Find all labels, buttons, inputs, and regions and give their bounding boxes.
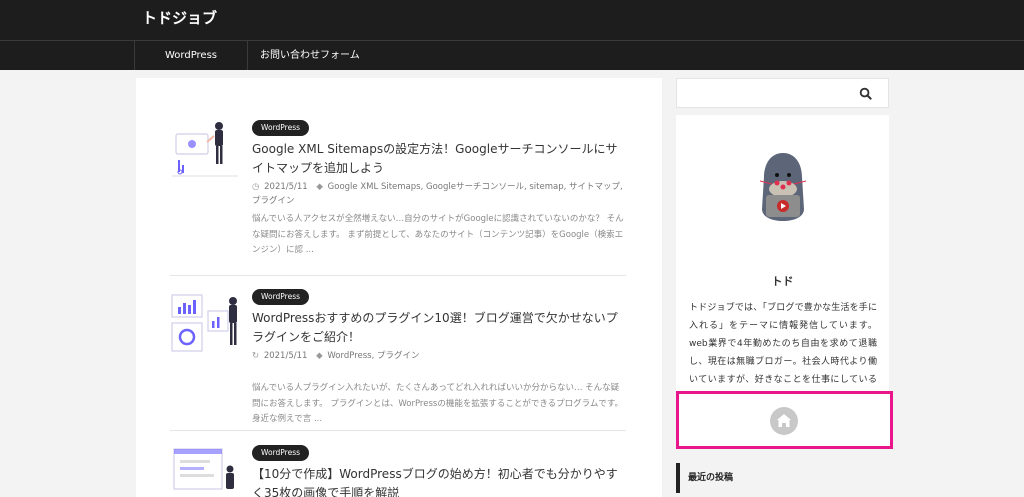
category-badge[interactable]: WordPress (252, 120, 310, 136)
post-meta: ◷ 2021/5/11 ◆ Google XML Sitemaps, Googl… (252, 180, 624, 208)
post-card[interactable]: WordPress WordPressおすすめのプラグイン10選！ブログ運営で欠… (170, 289, 626, 429)
post-excerpt: 悩んでいる人プラグイン入れたいが、たくさんあってどれ入れればいいか分からない… … (252, 383, 624, 424)
post-date: 2021/5/11 (263, 351, 308, 361)
post-card[interactable]: WordPress 【10分で作成】WordPressブログの始め方！初心者でも… (170, 445, 626, 497)
post-title[interactable]: Google XML Sitemapsの設定方法！Googleサーチコンソールに… (252, 140, 624, 178)
post-meta: ↻ 2021/5/11 ◆ WordPress, プラグイン (252, 349, 624, 363)
site-title[interactable]: トドジョブ (142, 7, 217, 28)
nav-item-wordpress[interactable]: WordPress (134, 41, 248, 70)
home-icon (777, 414, 791, 427)
clock-icon: ◷ (252, 182, 260, 192)
post-date: 2021/5/11 (264, 182, 308, 192)
post-thumbnail[interactable] (170, 120, 240, 186)
recent-posts-heading: 最近の投稿 (676, 463, 889, 493)
post-title[interactable]: WordPressおすすめのプラグイン10選！ブログ運営で欠かせないプラグインを… (252, 309, 624, 347)
post-tags[interactable]: WordPress, プラグイン (327, 351, 419, 361)
post-thumbnail[interactable] (170, 289, 240, 355)
category-badge[interactable]: WordPress (252, 289, 310, 305)
refresh-icon: ↻ (252, 351, 260, 361)
nav-item-contact-form[interactable]: お問い合わせフォーム (248, 41, 370, 70)
home-link-highlight (676, 391, 893, 449)
post-tags[interactable]: Google XML Sitemaps, Googleサーチコンソール, sit… (252, 182, 623, 206)
tag-icon: ◆ (316, 182, 323, 192)
post-excerpt: 悩んでいる人アクセスが全然増えない…自分のサイトがGoogleに認識されていない… (252, 214, 624, 255)
search-icon[interactable] (859, 87, 872, 100)
post-title[interactable]: 【10分で作成】WordPressブログの始め方！初心者でも分かりやすく35枚の… (252, 465, 624, 497)
profile-widget: トド トドジョブでは、「ブログで豊かな生活を手に入れる」をテーマに情報発信してい… (676, 115, 889, 430)
global-nav: WordPress お問い合わせフォーム (0, 40, 1024, 70)
category-badge[interactable]: WordPress (252, 445, 310, 461)
home-button[interactable] (770, 407, 798, 435)
profile-name: トド (771, 275, 794, 288)
site-header: トドジョブ (0, 0, 1024, 40)
tag-icon: ◆ (316, 351, 323, 361)
post-card[interactable]: WordPress Google XML Sitemapsの設定方法！Googl… (170, 120, 626, 266)
avatar (759, 153, 807, 221)
post-thumbnail[interactable] (170, 445, 240, 497)
divider (170, 275, 626, 276)
divider (170, 430, 626, 431)
search-input[interactable] (676, 78, 889, 108)
main-content: WordPress Google XML Sitemapsの設定方法！Googl… (136, 78, 662, 497)
